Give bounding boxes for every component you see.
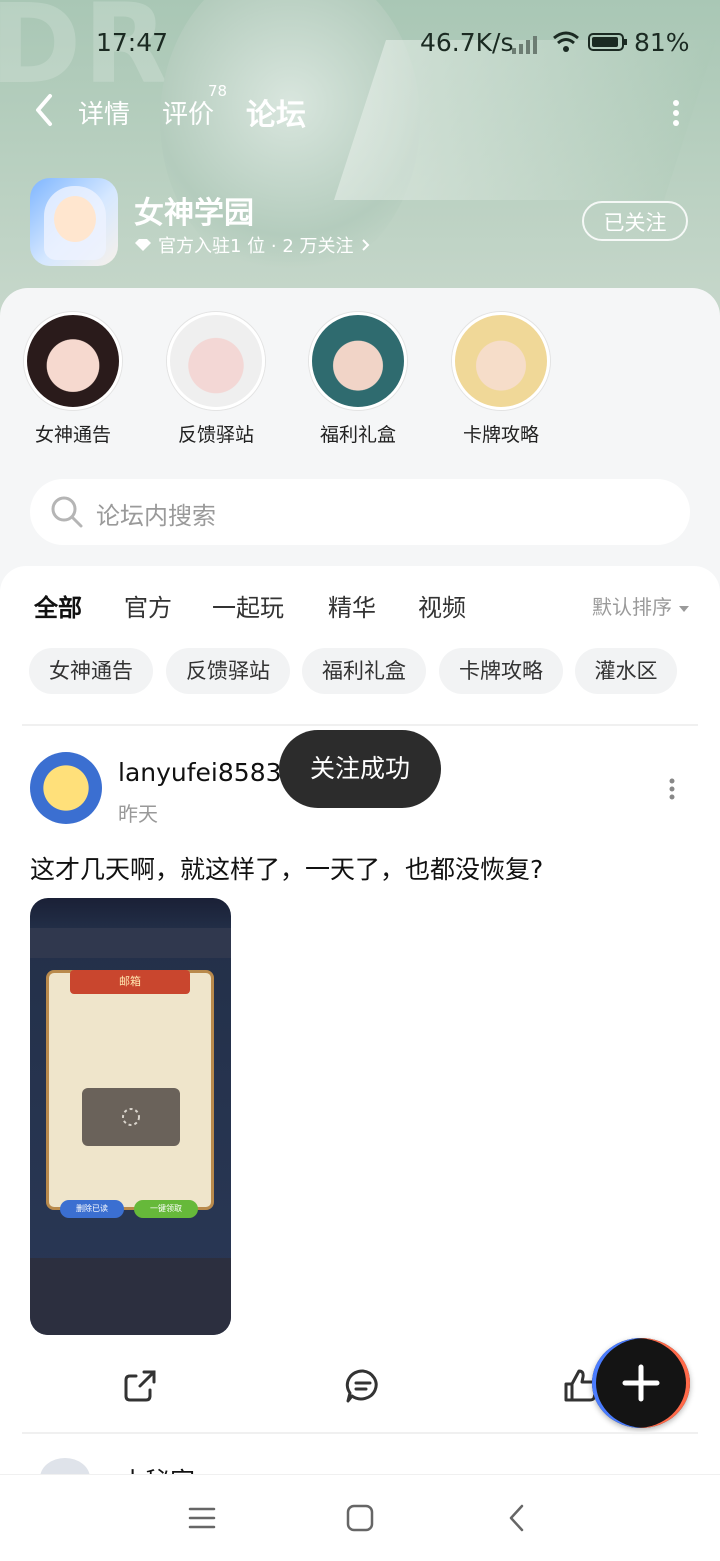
category-avatar [309,312,407,410]
plus-icon [622,1364,660,1402]
category-label: 福利礼盒 [319,424,396,446]
back-nav-icon[interactable] [503,1503,533,1533]
back-icon[interactable] [30,90,60,130]
divider [22,1432,698,1434]
feed-tab-official[interactable]: 官方 [124,588,172,623]
game-bottom-bar [30,1258,231,1335]
feed-tabs: 全部 官方 一起玩 精华 视频 默认排序 [0,586,720,626]
topic-chips: 女神通告 反馈驿站 福利礼盒 卡牌攻略 灌水区 [0,648,720,696]
post-username[interactable]: lanyufei8583 [118,758,282,787]
wifi-icon [553,31,579,52]
caret-down-icon [679,606,690,612]
category-avatar [24,312,122,410]
app-icon-face [54,196,96,242]
comment-icon[interactable] [343,1366,383,1406]
tab-forum-label: 论坛 [246,98,306,133]
category-label: 卡牌攻略 [462,424,539,446]
tab-detail[interactable]: 详情 [78,94,130,131]
category-label: 反馈驿站 [177,424,254,446]
category-avatar [167,312,265,410]
post-text[interactable]: 这才几天啊，就这样了，一天了，也都没恢复? [30,850,543,886]
follow-button[interactable]: 已关注 [582,201,688,241]
category-item-feedback[interactable]: 反馈驿站 [161,312,271,447]
category-avatar [452,312,550,410]
chevron-right-icon [362,239,370,251]
avatar[interactable] [30,752,102,824]
top-nav: 详情 评价 78 论坛 [0,82,720,138]
app-name[interactable]: 女神学园 [134,188,254,232]
toast-message: 关注成功 [279,730,441,808]
tab-review-label: 评价 [162,100,215,130]
review-count-badge: 78 [208,82,228,100]
chip-chat[interactable]: 灌水区 [575,648,677,694]
app-meta-text: 官方入驻1 位 · 2 万关注 [158,236,354,257]
app-meta-link[interactable]: 官方入驻1 位 · 2 万关注 [134,232,371,258]
feed-tab-label: 全部 [34,594,82,622]
feed-tab-play-together[interactable]: 一起玩 [212,588,284,623]
create-post-button[interactable] [592,1338,690,1428]
category-label: 女神通告 [34,424,111,446]
share-icon[interactable] [120,1366,160,1406]
search-placeholder: 论坛内搜索 [96,502,216,530]
app-icon[interactable] [30,178,118,266]
network-speed: 46.7K/s [420,28,514,57]
avatar [40,1458,90,1474]
tab-review[interactable]: 评价 78 [162,82,227,131]
divider [22,724,698,726]
feed-tab-featured[interactable]: 精华 [328,588,376,623]
signal-icon [512,36,537,54]
category-item-announcements[interactable]: 女神通告 [18,312,128,447]
feed-tab-all[interactable]: 全部 [34,588,82,625]
system-nav-bar [0,1474,720,1561]
spinner-icon [122,1108,140,1126]
diamond-icon [135,239,151,251]
home-icon[interactable] [345,1503,375,1533]
menu-icon[interactable] [187,1503,217,1533]
category-item-guides[interactable]: 卡牌攻略 [446,312,556,447]
category-item-gifts[interactable]: 福利礼盒 [303,312,413,447]
game-delete-read-button: 删除已读 [60,1200,124,1218]
next-post-preview[interactable]: 小秘家 [30,1452,330,1474]
sort-dropdown[interactable]: 默认排序 [592,591,690,620]
more-icon[interactable] [670,98,682,128]
feed-tab-video[interactable]: 视频 [418,588,466,623]
sort-label: 默认排序 [592,595,672,619]
status-time: 17:47 [96,28,169,57]
more-icon[interactable] [668,778,676,800]
game-claim-all-button: 一键领取 [134,1200,198,1218]
battery-icon [588,33,627,51]
post-username: 小秘家 [120,1462,195,1474]
post-image[interactable]: 邮箱 删除已读 一键领取 [30,898,231,1335]
chip-guides[interactable]: 卡牌攻略 [439,648,563,694]
search-input[interactable]: 论坛内搜索 [30,479,690,545]
category-row: 女神通告 反馈驿站 福利礼盒 卡牌攻略 [0,312,720,452]
game-top-bar [30,928,231,958]
status-bar: 17:47 46.7K/s 81% [0,18,720,68]
game-dialog-title: 邮箱 [70,970,190,994]
search-icon [51,496,83,528]
battery-percent: 81% [634,28,690,57]
chip-feedback[interactable]: 反馈驿站 [166,648,290,694]
chip-gifts[interactable]: 福利礼盒 [302,648,426,694]
chip-announcements[interactable]: 女神通告 [29,648,153,694]
tab-forum[interactable]: 论坛 [246,90,306,136]
post-time: 昨天 [118,802,158,826]
loading-spinner [82,1088,180,1146]
